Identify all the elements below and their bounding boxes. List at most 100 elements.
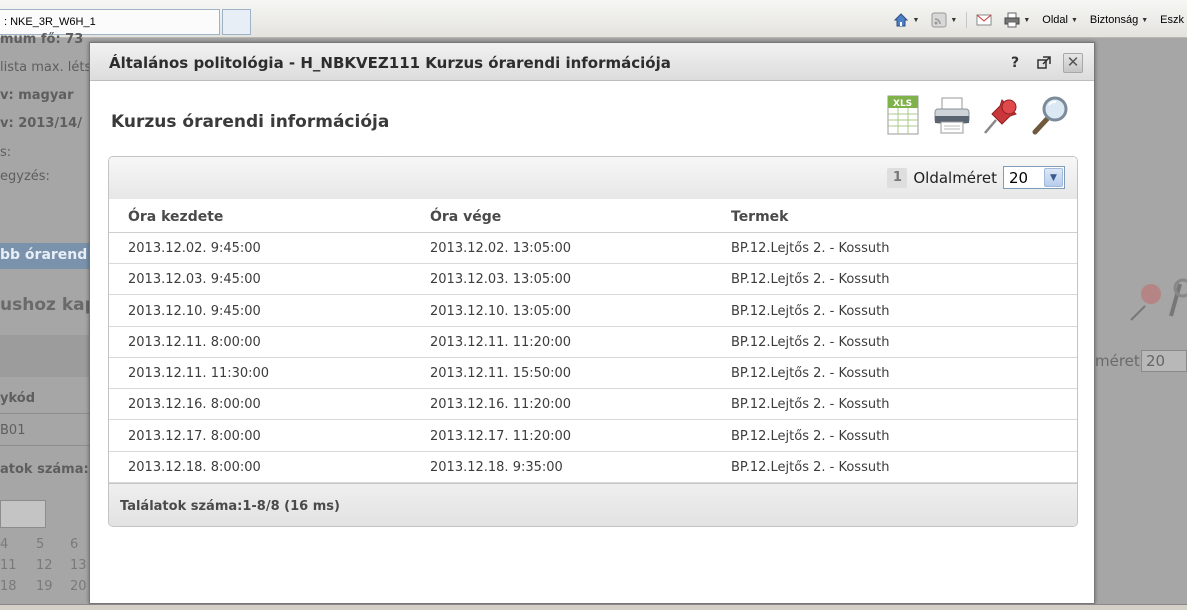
bg-calendar-day: 13 (70, 558, 87, 573)
cell-room: BP.12.Lejtős 2. - Kossuth (731, 459, 890, 475)
bg-calendar-day: 20 (70, 579, 87, 594)
cell-start: 2013.12.17. 8:00:00 (128, 428, 261, 444)
cell-room: BP.12.Lejtős 2. - Kossuth (731, 241, 890, 256)
bg-divider (0, 445, 90, 446)
cell-room: BP.12.Lejtős 2. - Kossuth (731, 366, 890, 381)
xls-export-button[interactable]: XLS (884, 94, 924, 136)
table-row[interactable]: 2013.12.17. 8:00:00 2013.12.17. 11:20:00 B… (109, 421, 1077, 452)
cell-end: 2013.12.16. 11:20:00 (430, 397, 572, 413)
dialog-title: Általános politológia - H_NBKVEZ111 Kurz… (109, 54, 671, 72)
bg-calendar-day: 11 (0, 558, 17, 573)
results-count: Találatok száma:1-8/8 (16 ms) (120, 499, 340, 514)
external-window-icon (1037, 56, 1051, 69)
table-row[interactable]: 2013.12.16. 8:00:00 2013.12.16. 11:20:00 B… (109, 389, 1077, 421)
bg-label: egyzés: (0, 169, 50, 184)
table-row[interactable]: 2013.12.11. 8:00:00 2013.12.11. 11:20:00 B… (109, 327, 1077, 358)
cell-room: BP.12.Lejtős 2. - Kossuth (731, 272, 890, 288)
new-tab-button[interactable] (222, 9, 251, 35)
pager: 1 Oldalméret 20 ▼ (887, 166, 1065, 189)
mail-icon (976, 14, 992, 26)
mail-button[interactable] (973, 12, 995, 28)
cell-start: 2013.12.16. 8:00:00 (128, 397, 261, 413)
bg-pagesize-select: 20 (1141, 350, 1187, 372)
table-row[interactable]: 2013.12.11. 11:30:00 2013.12.11. 15:50:00… (109, 358, 1077, 389)
page-menu-label: Oldal (1042, 14, 1068, 26)
security-menu[interactable]: Biztonság ▼ (1087, 14, 1151, 26)
home-button[interactable]: ▼ (890, 12, 922, 28)
pin-button[interactable] (982, 94, 1022, 136)
cell-end: 2013.12.10. 13:05:00 (430, 303, 572, 319)
column-header-rooms[interactable]: Termek (731, 209, 788, 225)
cell-end: 2013.12.03. 13:05:00 (430, 272, 572, 288)
separator (966, 12, 968, 28)
bg-button (0, 500, 46, 528)
cell-start: 2013.12.11. 11:30:00 (128, 366, 270, 381)
column-header-start[interactable]: Óra kezdete (128, 209, 223, 225)
bg-label: v: 2013/14/ (0, 116, 82, 131)
xls-label: XLS (893, 99, 912, 109)
security-menu-label: Biztonság (1089, 14, 1139, 26)
command-bar: ▼ ▼ ▼ Oldal ▼ Biztonság ▼ Eszk (890, 10, 1187, 30)
table-row[interactable]: 2013.12.18. 8:00:00 2013.12.18. 9:35:00 BP… (109, 452, 1077, 483)
bg-calendar-day: 4 (0, 537, 9, 552)
chevron-down-icon[interactable]: ▼ (1023, 17, 1030, 24)
tools-menu-label: Eszk (1160, 14, 1184, 26)
search-button[interactable] (1030, 94, 1070, 136)
bg-calendar-day: 19 (36, 579, 53, 594)
page-menu[interactable]: Oldal ▼ (1039, 14, 1081, 26)
pin-icon (984, 99, 1017, 134)
table-header: Óra kezdete Óra vége Termek (109, 199, 1077, 233)
cell-end: 2013.12.17. 11:20:00 (430, 428, 572, 444)
rss-feed-icon (931, 12, 947, 28)
chevron-down-icon[interactable]: ▼ (950, 17, 957, 24)
chevron-down-icon[interactable]: ▼ (912, 17, 919, 24)
table-row[interactable]: 2013.12.10. 9:45:00 2013.12.10. 13:05:00 B… (109, 296, 1077, 327)
bg-label: s: (0, 145, 12, 160)
bg-divider (0, 413, 90, 414)
printer-icon (1004, 12, 1020, 28)
bg-right-area: méret 20 (1095, 38, 1187, 604)
cell-start: 2013.12.11. 8:00:00 (128, 334, 261, 350)
cell-start: 2013.12.03. 9:45:00 (128, 272, 261, 288)
column-header-end[interactable]: Óra vége (430, 209, 501, 225)
bg-grid-top (0, 335, 90, 377)
cell-start: 2013.12.10. 9:45:00 (128, 303, 261, 319)
page-size-select[interactable]: 20 ▼ (1003, 166, 1065, 189)
cell-room: BP.12.Lejtős 2. - Kossuth (731, 334, 890, 350)
chevron-down-icon: ▼ (1070, 16, 1078, 24)
bg-calendar-day: 5 (36, 537, 45, 552)
cell-end: 2013.12.02. 13:05:00 (430, 241, 572, 256)
cell-end: 2013.12.11. 11:20:00 (430, 334, 572, 350)
search-icon (1032, 96, 1068, 135)
bg-calendar-day: 12 (36, 558, 53, 573)
bg-label: mum fő: 73 (0, 32, 84, 47)
grid-toolbar: 1 Oldalméret 20 ▼ (109, 157, 1077, 199)
cell-end: 2013.12.18. 9:35:00 (430, 459, 563, 475)
cell-end: 2013.12.11. 15:50:00 (430, 366, 572, 381)
chevron-down-icon: ▼ (1141, 16, 1149, 24)
cell-room: BP.12.Lejtős 2. - Kossuth (731, 397, 890, 413)
status-bar (0, 604, 1187, 610)
table-row[interactable]: 2013.12.02. 9:45:00 2013.12.02. 13:05:00 B… (109, 233, 1077, 264)
cell-start: 2013.12.18. 8:00:00 (128, 459, 261, 475)
help-button[interactable]: ? (1005, 53, 1025, 73)
chevron-down-icon[interactable]: ▼ (1044, 168, 1063, 187)
home-icon (894, 13, 909, 27)
dialog-header: Általános politológia - H_NBKVEZ111 Kurz… (90, 43, 1094, 81)
page-size-label: Oldalméret (913, 168, 997, 187)
popout-button[interactable] (1034, 53, 1054, 73)
feeds-button[interactable]: ▼ (928, 12, 960, 28)
cell-room: BP.12.Lejtős 2. - Kossuth (731, 303, 890, 319)
bg-results: atok száma:1- (0, 462, 104, 477)
bg-pagesize-label: méret (1095, 352, 1140, 370)
bg-label: lista max. léts (0, 60, 92, 75)
page-number[interactable]: 1 (887, 167, 908, 188)
close-button[interactable]: ✕ (1063, 53, 1083, 73)
tools-menu[interactable]: Eszk (1157, 14, 1187, 26)
print-button[interactable] (932, 94, 972, 136)
bg-pin-icon (1130, 278, 1187, 321)
bg-tab: bb órarend (0, 243, 90, 269)
print-button[interactable]: ▼ (1001, 12, 1033, 28)
grid-footer: Találatok száma:1-8/8 (16 ms) (109, 483, 1077, 526)
table-row[interactable]: 2013.12.03. 9:45:00 2013.12.03. 13:05:00 B… (109, 264, 1077, 296)
